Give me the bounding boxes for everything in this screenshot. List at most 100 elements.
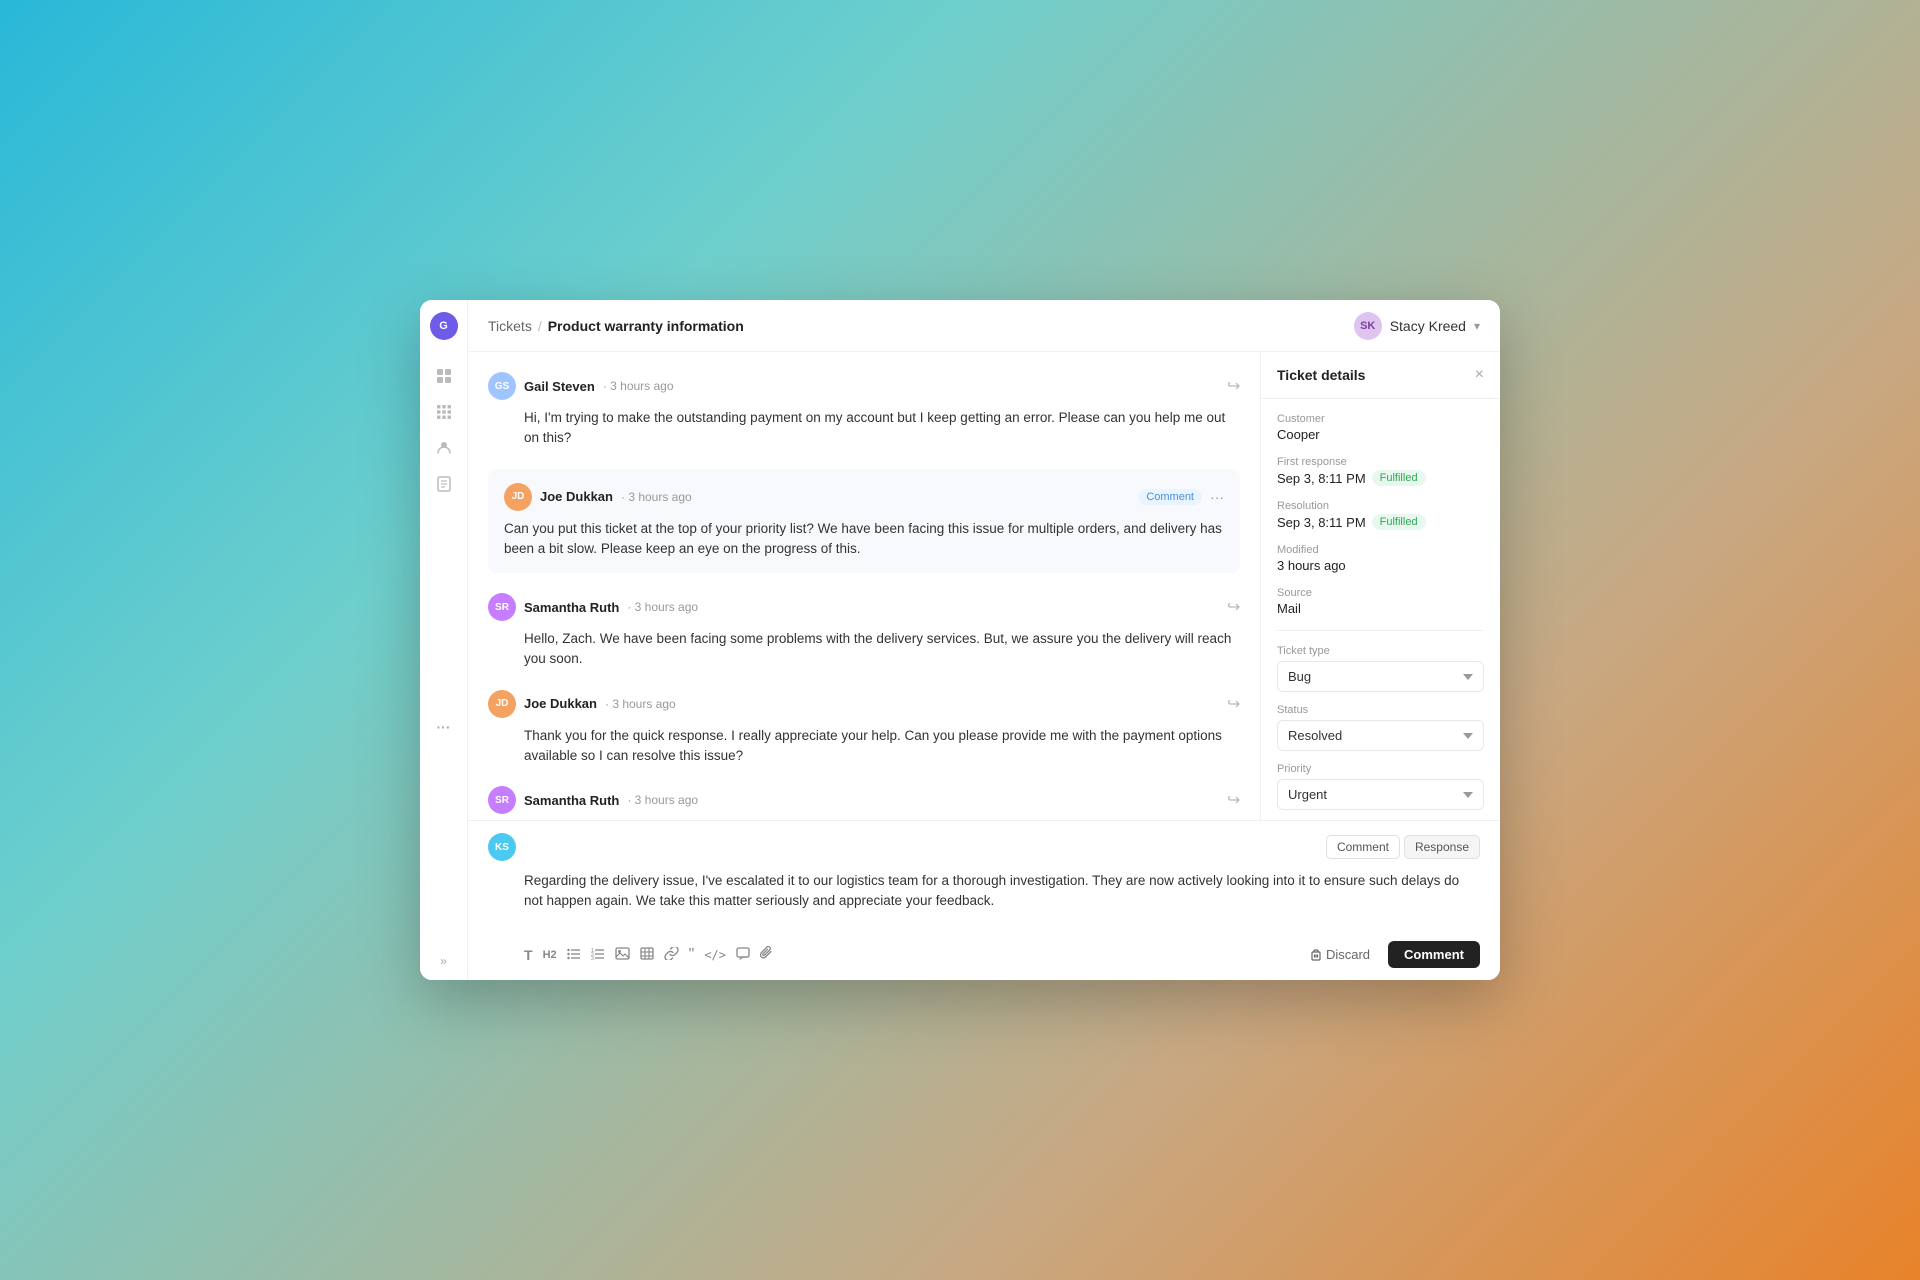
discard-button[interactable]: Discard [1300, 941, 1380, 968]
table-icon[interactable] [640, 947, 654, 963]
modified-row: Modified 3 hours ago [1277, 544, 1484, 573]
reply-icon[interactable]: ↩ [1227, 790, 1240, 810]
message-author: Samantha Ruth [524, 600, 619, 615]
sidebar-expand[interactable]: » [440, 954, 447, 968]
heading-icon[interactable]: H2 [543, 949, 557, 961]
reply-icon[interactable]: ↩ [1227, 376, 1240, 396]
avatar: KS [488, 833, 516, 861]
message-meta: GS Gail Steven · 3 hours ago [488, 372, 674, 400]
message-time: · 3 hours ago [603, 379, 674, 393]
details-body: Customer Cooper First response Sep 3, 8:… [1261, 399, 1500, 820]
breadcrumb: Tickets / Product warranty information [488, 318, 744, 334]
avatar: SR [488, 786, 516, 814]
sidebar-item-person[interactable] [428, 432, 460, 464]
message-header: SR Samantha Ruth · 3 hours ago ↩ [488, 593, 1240, 621]
quote-icon[interactable]: " [689, 947, 695, 963]
content-area: GS Gail Steven · 3 hours ago ↩ Hi, I'm t… [468, 352, 1500, 820]
compose-tabs: Comment Response [1326, 835, 1480, 859]
message-body: Hi, I'm trying to make the outstanding p… [524, 408, 1240, 449]
sidebar-item-grid4[interactable] [428, 396, 460, 428]
message-header: SR Samantha Ruth · 3 hours ago ↩ [488, 786, 1240, 814]
status-field: Status Open Pending Resolved Closed [1277, 704, 1484, 751]
conversation-panel: GS Gail Steven · 3 hours ago ↩ Hi, I'm t… [468, 352, 1260, 820]
message-time: · 3 hours ago [627, 793, 698, 807]
customer-row: Customer Cooper [1277, 413, 1484, 442]
priority-field: Priority Low Medium High Urgent [1277, 763, 1484, 810]
priority-label: Priority [1277, 763, 1484, 775]
message-meta: SR Samantha Ruth · 3 hours ago [488, 593, 698, 621]
message-block: GS Gail Steven · 3 hours ago ↩ Hi, I'm t… [488, 372, 1240, 449]
priority-select[interactable]: Low Medium High Urgent [1277, 779, 1484, 810]
sidebar-more[interactable]: ··· [437, 719, 451, 735]
right-panel-header: Ticket details × [1261, 352, 1500, 399]
compose-header: KS Comment Response [488, 833, 1480, 861]
source-row: Source Mail [1277, 587, 1484, 616]
divider [1277, 630, 1484, 631]
sidebar: G [420, 300, 468, 980]
message-time: · 3 hours ago [627, 600, 698, 614]
comment-body: Can you put this ticket at the top of yo… [504, 519, 1224, 560]
customer-value: Cooper [1277, 427, 1484, 442]
first-response-detail: Sep 3, 8:11 PM Fulfilled [1277, 470, 1484, 486]
message-body: Hello, Zach. We have been facing some pr… [524, 629, 1240, 670]
compose-text[interactable]: Regarding the delivery issue, I've escal… [524, 871, 1480, 931]
message-time: · 3 hours ago [605, 697, 676, 711]
submit-button[interactable]: Comment [1388, 941, 1480, 968]
comment-header: JD Joe Dukkan · 3 hours ago Comment ··· [504, 483, 1224, 511]
comment-block: JD Joe Dukkan · 3 hours ago Comment ··· … [488, 469, 1240, 574]
header-user[interactable]: SK Stacy Kreed ▾ [1354, 312, 1480, 340]
message-block: SR Samantha Ruth · 3 hours ago ↩ Sure, Z… [488, 786, 1240, 820]
status-select[interactable]: Open Pending Resolved Closed [1277, 720, 1484, 751]
image-icon[interactable] [615, 947, 630, 963]
link-icon[interactable] [664, 947, 679, 963]
status-label: Status [1277, 704, 1484, 716]
message-meta: JD Joe Dukkan · 3 hours ago [504, 483, 692, 511]
ticket-type-label: Ticket type [1277, 645, 1484, 657]
avatar: SK [1354, 312, 1382, 340]
avatar: SR [488, 593, 516, 621]
sidebar-item-grid2[interactable] [428, 360, 460, 392]
message-time: · 3 hours ago [621, 490, 692, 504]
resolution-detail: Sep 3, 8:11 PM Fulfilled [1277, 514, 1484, 530]
modified-label: Modified [1277, 544, 1484, 556]
reply-icon[interactable]: ↩ [1227, 694, 1240, 714]
message-author: Samantha Ruth [524, 793, 619, 808]
breadcrumb-current: Product warranty information [548, 318, 744, 334]
more-options-icon[interactable]: ··· [1210, 489, 1224, 505]
tab-comment[interactable]: Comment [1326, 835, 1400, 859]
message-block: SR Samantha Ruth · 3 hours ago ↩ Hello, … [488, 593, 1240, 670]
tab-response[interactable]: Response [1404, 835, 1480, 859]
modified-value: 3 hours ago [1277, 558, 1484, 573]
sidebar-item-book[interactable] [428, 468, 460, 500]
compose-toolbar: T H2 1.2.3. [524, 941, 1480, 968]
message-author: Joe Dukkan [524, 696, 597, 711]
avatar: JD [504, 483, 532, 511]
numbered-list-icon[interactable]: 1.2.3. [591, 947, 605, 963]
compose-area: KS Comment Response Regarding the delive… [468, 820, 1500, 980]
breadcrumb-tickets[interactable]: Tickets [488, 318, 532, 334]
reply-icon[interactable]: ↩ [1227, 597, 1240, 617]
first-response-date: Sep 3, 8:11 PM [1277, 471, 1366, 486]
resolution-date: Sep 3, 8:11 PM [1277, 515, 1366, 530]
bold-icon[interactable]: T [524, 947, 533, 963]
bullet-list-icon[interactable] [567, 947, 581, 963]
attach-icon[interactable] [760, 946, 773, 963]
resolution-status: Fulfilled [1372, 514, 1426, 530]
discard-label: Discard [1326, 947, 1370, 962]
ticket-type-select[interactable]: Bug Feature Question Incident [1277, 661, 1484, 692]
main-area: Tickets / Product warranty information S… [468, 300, 1500, 980]
comment-icon[interactable] [736, 947, 750, 963]
toolbar-icons: T H2 1.2.3. [524, 946, 773, 963]
message-body: Thank you for the quick response. I real… [524, 726, 1240, 767]
source-label: Source [1277, 587, 1484, 599]
code-icon[interactable]: </> [704, 948, 726, 962]
app-window: G [420, 300, 1500, 980]
header-username: Stacy Kreed [1390, 318, 1466, 334]
customer-label: Customer [1277, 413, 1484, 425]
close-icon[interactable]: × [1475, 366, 1484, 384]
toolbar-actions: Discard Comment [1300, 941, 1480, 968]
header: Tickets / Product warranty information S… [468, 300, 1500, 352]
message-author: Gail Steven [524, 379, 595, 394]
first-response-row: First response Sep 3, 8:11 PM Fulfilled [1277, 456, 1484, 486]
comment-actions: Comment ··· [1138, 489, 1224, 505]
